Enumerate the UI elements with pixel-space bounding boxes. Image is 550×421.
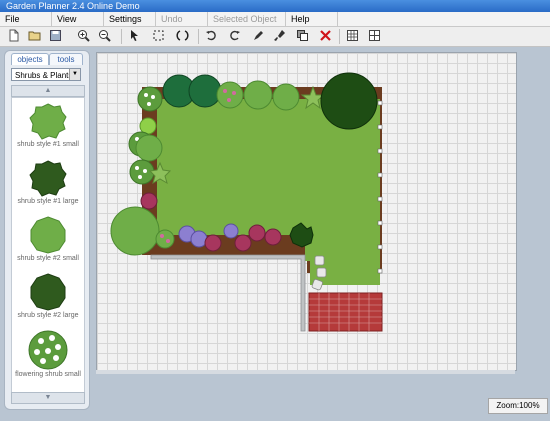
palette-item-label: flowering shrub small — [15, 371, 81, 378]
rotate-left-icon[interactable] — [204, 29, 219, 44]
palette-scroll-down-button[interactable]: ▼ — [11, 392, 85, 404]
copy-icon[interactable] — [295, 29, 310, 44]
delete-icon[interactable] — [318, 29, 333, 44]
menu-settings[interactable]: Settings — [104, 12, 156, 26]
zoom-out-icon[interactable] — [97, 29, 112, 44]
brush-icon[interactable] — [272, 29, 287, 44]
objects-panel: objects tools Shrubs & Plants ▼ ▲ shrub … — [4, 50, 90, 410]
save-icon[interactable] — [48, 29, 63, 44]
window-title: Garden Planner 2.4 Online Demo — [0, 0, 550, 12]
zoom-level: Zoom:100% — [488, 398, 548, 414]
palette-item-shrub-1-large[interactable]: shrub style #1 large — [12, 157, 84, 214]
object-palette: shrub style #1 small shrub style #1 larg… — [11, 97, 85, 393]
tab-objects[interactable]: objects — [11, 53, 49, 65]
palette-item-label: shrub style #2 small — [17, 255, 79, 262]
zoom-in-icon[interactable] — [76, 29, 91, 44]
chevron-up-icon: ▲ — [44, 87, 52, 94]
select-icon[interactable] — [127, 29, 142, 44]
toolbar-separator — [339, 29, 340, 44]
brick-patio — [308, 292, 383, 332]
category-dropdown[interactable]: Shrubs & Plants ▼ — [11, 68, 81, 81]
toolbar — [0, 27, 550, 47]
paving-path — [150, 254, 306, 332]
flowering-shrub-icon — [28, 330, 68, 370]
pen-icon[interactable] — [251, 29, 266, 44]
menu-bar: File View Settings Undo Selected Object … — [0, 12, 550, 27]
palette-item-shrub-1-small[interactable]: shrub style #1 small — [12, 100, 84, 157]
grid-icon[interactable] — [345, 29, 360, 44]
palette-item-label: shrub style #1 small — [17, 141, 79, 148]
canvas-horizontal-scrollbar[interactable] — [96, 370, 515, 374]
palette-item-shrub-2-small[interactable]: shrub style #2 small — [12, 214, 84, 271]
garden-canvas[interactable] — [96, 52, 517, 371]
menu-help[interactable]: Help — [286, 12, 338, 26]
rotate-icon[interactable] — [175, 29, 190, 44]
new-icon[interactable] — [6, 29, 21, 44]
tab-tools[interactable]: tools — [49, 53, 83, 65]
palette-item-label: shrub style #2 large — [17, 312, 79, 319]
garden-plan — [110, 72, 383, 332]
shrub-icon — [30, 216, 66, 254]
palette-item-shrub-2-large[interactable]: shrub style #2 large — [12, 271, 84, 328]
toolbar-separator — [198, 29, 199, 44]
category-dropdown-value: Shrubs & Plants — [15, 71, 73, 80]
palette-item-label: shrub style #1 large — [17, 198, 79, 205]
shrub-icon — [29, 103, 67, 140]
chevron-down-icon[interactable]: ▼ — [69, 69, 80, 80]
marquee-icon[interactable] — [151, 29, 166, 44]
menu-file[interactable]: File — [0, 12, 52, 26]
chevron-down-icon: ▼ — [44, 394, 52, 401]
shrub-icon — [30, 273, 66, 311]
menu-view[interactable]: View — [52, 12, 104, 26]
shrub-icon — [29, 160, 67, 197]
palette-item-flowering-shrub-small[interactable]: flowering shrub small — [12, 328, 84, 385]
toolbar-separator — [121, 29, 122, 44]
snap-icon[interactable] — [367, 29, 382, 44]
rotate-right-icon[interactable] — [227, 29, 242, 44]
menu-selected-object[interactable]: Selected Object — [208, 12, 286, 26]
menu-undo[interactable]: Undo — [156, 12, 208, 26]
palette-scroll-up-button[interactable]: ▲ — [11, 85, 85, 97]
open-icon[interactable] — [27, 29, 42, 44]
